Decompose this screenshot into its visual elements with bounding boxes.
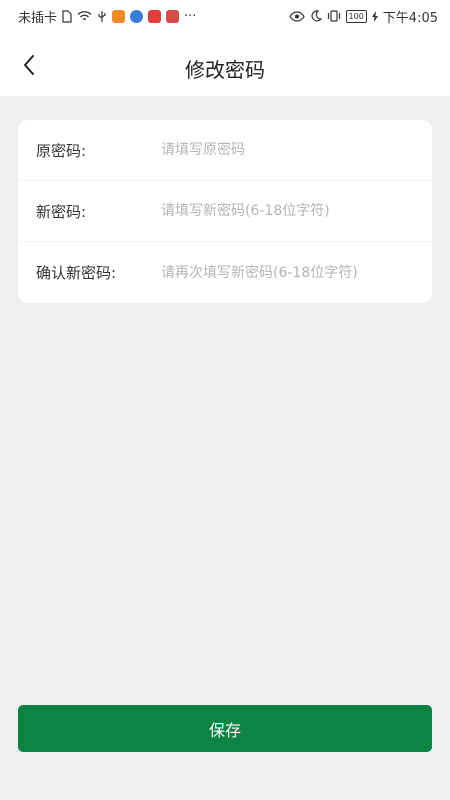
new-password-input[interactable] (161, 191, 432, 231)
battery-icon: 100 (345, 9, 367, 23)
usb-icon (97, 10, 107, 23)
save-button[interactable]: 保存 (18, 705, 432, 752)
new-password-row: 新密码: (18, 181, 432, 242)
eye-icon (288, 10, 305, 22)
battery-level: 100 (348, 11, 364, 21)
sim-icon (62, 9, 72, 23)
app-music-icon (130, 9, 144, 23)
more-icon: ··· (184, 8, 197, 24)
confirm-password-input[interactable] (161, 252, 432, 293)
app-video-icon (112, 9, 126, 23)
old-password-input[interactable] (161, 130, 432, 170)
status-bar: 未插卡 ··· 100 下午4:05 (0, 0, 450, 32)
carrier-text: 未插卡 (18, 10, 58, 26)
clock-text: 下午4:05 (382, 10, 438, 26)
app-calendar-icon (166, 9, 180, 23)
app-header: 修改密码 (0, 32, 450, 96)
app-red-icon (148, 9, 162, 23)
confirm-password-row: 确认新密码: (18, 242, 432, 303)
page-title: 修改密码 (185, 58, 265, 82)
old-password-label: 原密码: (36, 141, 87, 160)
wifi-icon (77, 10, 92, 22)
status-bar-right: 100 下午4:05 (288, 7, 438, 26)
password-form: 原密码: 新密码: 确认新密码: (18, 120, 432, 303)
old-password-row: 原密码: (18, 120, 432, 181)
confirm-password-label: 确认新密码: (36, 264, 117, 282)
status-bar-left: 未插卡 ··· (18, 7, 196, 26)
charging-icon (371, 10, 378, 22)
new-password-label: 新密码: (36, 202, 87, 221)
vibrate-icon (327, 10, 341, 22)
moon-icon (310, 10, 322, 22)
